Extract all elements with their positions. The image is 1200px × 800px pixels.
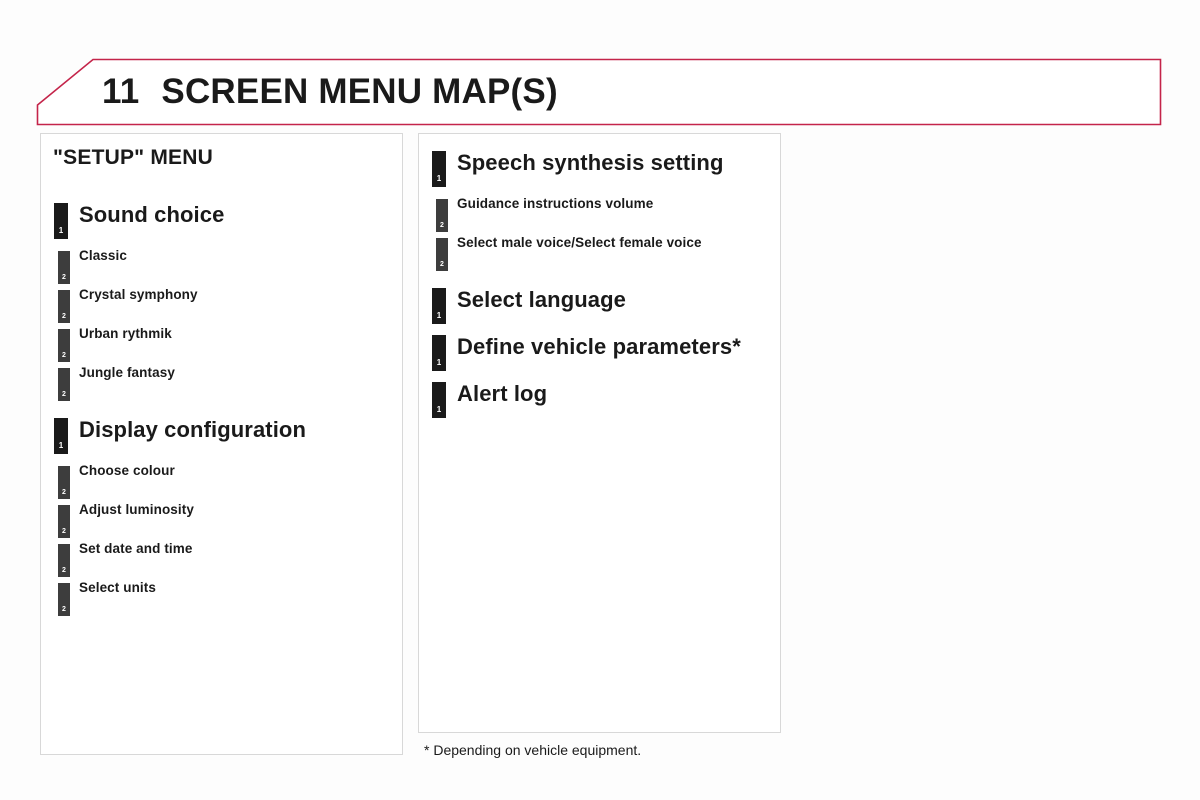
menu-item-label: Sound choice xyxy=(79,202,225,227)
menu-item-urban-rythmik[interactable]: 2 Urban rythmik xyxy=(41,321,402,362)
menu-item-label: Alert log xyxy=(457,381,548,406)
menu-item-label: Define vehicle parameters* xyxy=(457,334,741,359)
menu-item-adjust-luminosity[interactable]: 2 Adjust luminosity xyxy=(41,497,402,538)
setup-menu-panel-continued: 1 Speech synthesis setting 2 Guidance in… xyxy=(418,133,781,733)
marker-level-number: 1 xyxy=(436,358,442,367)
level-1-marker-icon: 1 xyxy=(432,335,446,371)
marker-level-number: 1 xyxy=(436,405,442,414)
marker-level-number: 2 xyxy=(62,352,66,359)
menu-item-select-voice[interactable]: 2 Select male voice/Select female voice xyxy=(419,230,780,271)
menu-item-label: Guidance instructions volume xyxy=(457,196,654,211)
level-1-marker-icon: 1 xyxy=(54,418,68,454)
menu-item-label: Crystal symphony xyxy=(79,287,198,302)
level-2-marker-icon: 2 xyxy=(58,505,70,538)
menu-item-speech-synthesis-setting[interactable]: 1 Speech synthesis setting xyxy=(419,144,780,191)
marker-level-number: 1 xyxy=(436,174,442,183)
level-1-marker-icon: 1 xyxy=(432,288,446,324)
marker-level-number: 1 xyxy=(58,226,64,235)
menu-item-label: Jungle fantasy xyxy=(79,365,175,380)
menu-item-select-units[interactable]: 2 Select units xyxy=(41,575,402,616)
level-2-marker-icon: 2 xyxy=(436,238,448,271)
level-2-marker-icon: 2 xyxy=(58,368,70,401)
marker-level-number: 1 xyxy=(436,311,442,320)
level-2-marker-icon: 2 xyxy=(58,251,70,284)
setup-menu-panel: "SETUP" MENU 1 Sound choice 2 Classic 2 … xyxy=(40,133,403,755)
marker-level-number: 2 xyxy=(62,274,66,281)
menu-item-label: Classic xyxy=(79,248,127,263)
menu-item-guidance-instructions-volume[interactable]: 2 Guidance instructions volume xyxy=(419,191,780,232)
marker-level-number: 2 xyxy=(62,606,66,613)
marker-level-number: 2 xyxy=(440,261,444,268)
chapter-title-text: SCREEN MENU MAP(S) xyxy=(161,72,558,111)
menu-item-classic[interactable]: 2 Classic xyxy=(41,243,402,284)
menu-item-display-configuration[interactable]: 1 Display configuration xyxy=(41,411,402,458)
chapter-number: 11 xyxy=(102,72,140,111)
level-1-marker-icon: 1 xyxy=(432,151,446,187)
menu-item-label: Select language xyxy=(457,287,627,312)
menu-item-select-language[interactable]: 1 Select language xyxy=(419,281,780,328)
level-2-marker-icon: 2 xyxy=(58,466,70,499)
menu-item-label: Adjust luminosity xyxy=(79,502,194,517)
setup-menu-list-continued: 1 Speech synthesis setting 2 Guidance in… xyxy=(419,144,780,422)
level-1-marker-icon: 1 xyxy=(432,382,446,418)
chapter-header-banner: 11 SCREEN MENU MAP(S) xyxy=(36,58,1162,126)
menu-item-crystal-symphony[interactable]: 2 Crystal symphony xyxy=(41,282,402,323)
marker-level-number: 2 xyxy=(62,489,66,496)
level-2-marker-icon: 2 xyxy=(58,329,70,362)
marker-level-number: 2 xyxy=(440,222,444,229)
menu-item-label: Choose colour xyxy=(79,463,175,478)
marker-level-number: 2 xyxy=(62,528,66,535)
menu-item-choose-colour[interactable]: 2 Choose colour xyxy=(41,458,402,499)
menu-item-jungle-fantasy[interactable]: 2 Jungle fantasy xyxy=(41,360,402,401)
menu-item-label: Select male voice/Select female voice xyxy=(457,235,702,250)
menu-item-label: Urban rythmik xyxy=(79,326,172,341)
level-1-marker-icon: 1 xyxy=(54,203,68,239)
marker-level-number: 2 xyxy=(62,567,66,574)
menu-item-label: Display configuration xyxy=(79,417,307,442)
marker-level-number: 2 xyxy=(62,391,66,398)
menu-item-alert-log[interactable]: 1 Alert log xyxy=(419,375,780,422)
menu-item-label: Set date and time xyxy=(79,541,193,556)
level-2-marker-icon: 2 xyxy=(58,544,70,577)
menu-item-label: Speech synthesis setting xyxy=(457,150,724,175)
marker-level-number: 1 xyxy=(58,441,64,450)
menu-item-label: Select units xyxy=(79,580,156,595)
menu-item-sound-choice[interactable]: 1 Sound choice xyxy=(41,196,402,243)
footnote: * Depending on vehicle equipment. xyxy=(424,742,642,758)
level-2-marker-icon: 2 xyxy=(58,583,70,616)
level-2-marker-icon: 2 xyxy=(58,290,70,323)
level-2-marker-icon: 2 xyxy=(436,199,448,232)
setup-menu-list: 1 Sound choice 2 Classic 2 Crystal symph… xyxy=(41,196,402,616)
setup-menu-panel-title: "SETUP" MENU xyxy=(53,146,213,169)
page-title: 11 SCREEN MENU MAP(S) xyxy=(102,58,558,126)
menu-item-define-vehicle-parameters[interactable]: 1 Define vehicle parameters* xyxy=(419,328,780,375)
menu-item-set-date-and-time[interactable]: 2 Set date and time xyxy=(41,536,402,577)
marker-level-number: 2 xyxy=(62,313,66,320)
